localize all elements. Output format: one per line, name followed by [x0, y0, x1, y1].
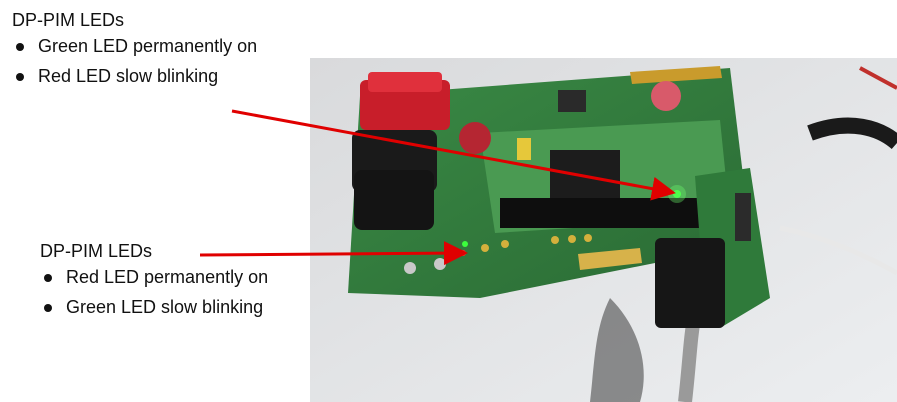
pink-cap: [651, 81, 681, 111]
bottom-label-list: Red LED permanently on Green LED slow bl…: [40, 262, 268, 322]
yellow-cap: [517, 138, 531, 160]
list-item-text: Red LED slow blinking: [38, 66, 219, 86]
bottom-led-label: DP-PIM LEDs Red LED permanently on Green…: [40, 240, 268, 322]
list-item-text: Green LED permanently on: [38, 36, 258, 56]
bullet-icon: [44, 274, 52, 282]
red-terminal-top: [368, 72, 442, 92]
test-point: [568, 235, 576, 243]
test-point: [481, 244, 489, 252]
led-glow: [668, 185, 686, 203]
inductor: [558, 90, 586, 112]
bullet-icon: [44, 304, 52, 312]
list-item-text: Green LED slow blinking: [66, 297, 264, 317]
list-item-text: Red LED permanently on: [66, 267, 269, 287]
test-point: [501, 240, 509, 248]
pin-header: [735, 193, 751, 241]
black-header: [500, 198, 700, 228]
list-item: Green LED slow blinking: [40, 292, 268, 322]
list-item: Red LED permanently on: [40, 262, 268, 292]
rj-connector: [655, 238, 725, 328]
bullet-icon: [16, 73, 24, 81]
red-cap: [459, 122, 491, 154]
board-photo: [310, 58, 897, 402]
top-label-list: Green LED permanently on Red LED slow bl…: [12, 31, 257, 91]
list-item: Green LED permanently on: [12, 31, 257, 61]
test-point: [584, 234, 592, 242]
barrel-connector-2: [354, 170, 434, 230]
test-point: [551, 236, 559, 244]
dp-pim-red-led: [460, 250, 466, 256]
top-label-title: DP-PIM LEDs: [12, 10, 125, 30]
list-item: Red LED slow blinking: [12, 61, 257, 91]
top-led-label: DP-PIM LEDs Green LED permanently on Red…: [12, 9, 257, 91]
mcu-chip: [550, 150, 620, 205]
test-point: [434, 258, 446, 270]
bullet-icon: [16, 43, 24, 51]
bottom-label-title: DP-PIM LEDs: [40, 241, 153, 261]
test-point: [404, 262, 416, 274]
board-green-led: [462, 241, 468, 247]
